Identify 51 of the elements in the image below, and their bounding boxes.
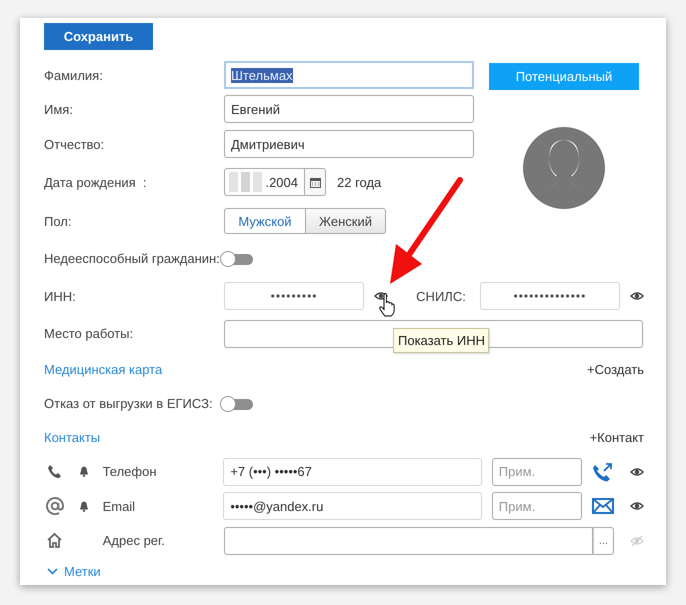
snils-field[interactable]: •••••••••••••• <box>480 282 620 310</box>
toggle-switch[interactable] <box>220 396 253 412</box>
person-silhouette-icon <box>523 127 605 209</box>
select-button[interactable]: ... <box>592 526 614 554</box>
eye-icon[interactable] <box>630 501 644 511</box>
field-label: Имя: <box>44 102 74 116</box>
eye-icon[interactable] <box>630 466 644 476</box>
date-field[interactable]: .2004 <box>224 168 305 196</box>
bell-icon[interactable] <box>78 500 89 512</box>
contact-label: Телефон <box>102 464 158 479</box>
contact-label: Email <box>102 498 136 514</box>
inn-field[interactable]: ••••••••• <box>224 282 364 310</box>
address-field[interactable] <box>224 526 593 554</box>
section-link[interactable]: Медицинская карта <box>44 362 162 377</box>
text-field[interactable]: Дмитриевич <box>224 130 474 158</box>
section-link[interactable]: Контакты <box>44 430 100 444</box>
field-label: Отказ от выгрузки в ЕГИСЗ: <box>44 396 213 411</box>
at-sign-icon <box>46 497 64 515</box>
envelope-icon[interactable] <box>592 498 614 514</box>
create-link[interactable]: +Создать <box>587 362 644 377</box>
contact-field[interactable]: •••••@yandex.ru <box>223 492 482 520</box>
field-label: Фамилия: <box>44 68 104 82</box>
field-label: Недееспособный гражданин: <box>44 251 220 266</box>
add-contact-link[interactable]: +Контакт <box>590 430 644 444</box>
field-label: СНИЛС: <box>416 288 466 304</box>
field-label: ИНН: <box>44 288 77 304</box>
phone-call-icon[interactable] <box>592 462 614 482</box>
hand-cursor-icon <box>379 293 395 317</box>
phone-icon <box>47 464 62 479</box>
calendar-icon <box>310 176 320 188</box>
age-text: 22 года <box>337 174 382 190</box>
text-field[interactable]: Евгений <box>224 95 474 123</box>
save-button[interactable]: Сохранить <box>44 23 153 50</box>
tags-link[interactable]: Метки <box>64 564 101 579</box>
tooltip: Показать ИНН <box>393 328 489 353</box>
contact-label: Адрес рег. <box>102 533 166 548</box>
bell-icon[interactable] <box>78 466 89 477</box>
eye-icon[interactable] <box>374 291 388 301</box>
field-label: Место работы: <box>44 326 134 341</box>
house-icon <box>47 533 62 548</box>
calendar-button[interactable] <box>305 168 326 196</box>
text-field[interactable]: Штельмах <box>224 61 474 89</box>
chevron-down-icon[interactable] <box>47 568 58 575</box>
gender-option[interactable]: Женский <box>306 208 386 234</box>
field-label: Пол: <box>44 214 72 228</box>
contact-field[interactable]: +7 (•••) •••••67 <box>223 458 482 486</box>
gender-option[interactable]: Мужской <box>224 208 306 234</box>
field-label: Отчество: <box>44 136 106 152</box>
toggle-switch[interactable] <box>220 250 253 266</box>
eye-icon[interactable] <box>630 291 644 301</box>
field-label: Дата рождения : <box>44 174 148 190</box>
